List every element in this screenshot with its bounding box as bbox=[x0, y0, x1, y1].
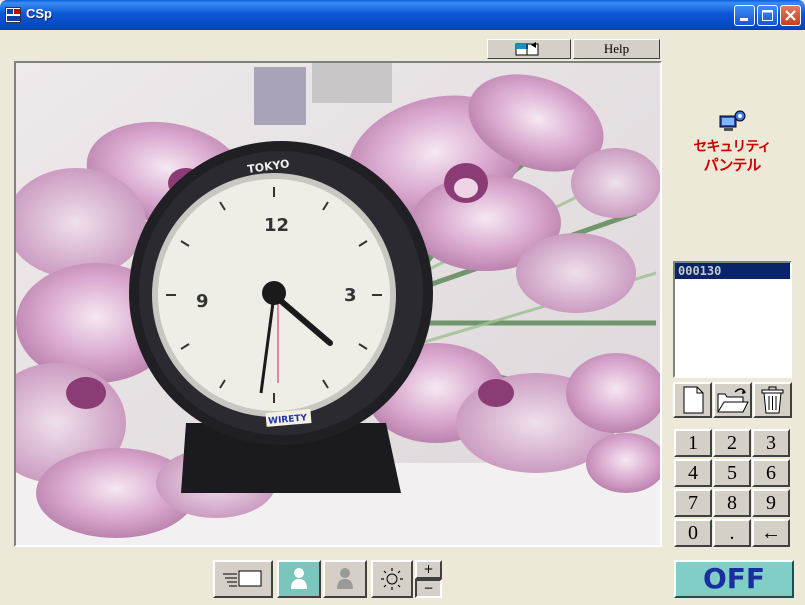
decimal-key[interactable]: . bbox=[713, 519, 751, 547]
new-file-icon bbox=[683, 386, 704, 414]
camera-video-feed: TOKYO 12 3 9 WIRETY bbox=[14, 61, 662, 547]
key-5[interactable]: 5 bbox=[713, 459, 751, 487]
brightness-button[interactable] bbox=[371, 560, 413, 598]
logo-line-2: パンテル bbox=[703, 156, 762, 174]
close-icon bbox=[785, 10, 796, 21]
maximize-button[interactable] bbox=[757, 5, 778, 26]
open-folder-icon bbox=[717, 388, 749, 413]
key-9[interactable]: 9 bbox=[752, 489, 790, 517]
window-title: CSp bbox=[26, 6, 52, 21]
help-button[interactable]: Help bbox=[573, 39, 660, 59]
window-layout-icon bbox=[515, 42, 539, 56]
key-4[interactable]: 4 bbox=[674, 459, 712, 487]
recording-list[interactable]: 000130 bbox=[673, 261, 792, 378]
brightness-stepper[interactable]: + − bbox=[415, 560, 442, 598]
minimize-button[interactable] bbox=[734, 5, 755, 26]
brightness-icon bbox=[381, 568, 403, 590]
list-window-icon bbox=[223, 570, 262, 587]
clock-number-3: 3 bbox=[344, 285, 357, 306]
increase-button[interactable]: + bbox=[415, 560, 442, 579]
person-disabled-icon bbox=[337, 568, 353, 589]
minimize-icon bbox=[740, 18, 748, 21]
decrease-button[interactable]: − bbox=[415, 579, 442, 598]
key-0[interactable]: 0 bbox=[674, 519, 712, 547]
backspace-key[interactable]: ← bbox=[752, 519, 790, 547]
open-folder-button[interactable] bbox=[713, 382, 752, 418]
person-disabled-button[interactable] bbox=[323, 560, 367, 598]
key-6[interactable]: 6 bbox=[752, 459, 790, 487]
computer-camera-icon bbox=[719, 110, 746, 131]
key-8[interactable]: 8 bbox=[713, 489, 751, 517]
app-icon bbox=[5, 7, 21, 23]
person-icon bbox=[291, 568, 307, 589]
list-view-button[interactable] bbox=[213, 560, 273, 598]
key-3[interactable]: 3 bbox=[752, 429, 790, 457]
security-logo: セキュリティ パンテル bbox=[692, 110, 772, 180]
delete-button[interactable] bbox=[753, 382, 792, 418]
logo-line-1: セキュリティ bbox=[693, 139, 771, 155]
clock-number-12: 12 bbox=[264, 215, 289, 236]
key-1[interactable]: 1 bbox=[674, 429, 712, 457]
title-bar[interactable]: CSp bbox=[0, 0, 805, 30]
camera-image: TOKYO 12 3 9 WIRETY bbox=[16, 63, 660, 545]
maximize-icon bbox=[762, 10, 773, 21]
close-button[interactable] bbox=[780, 5, 801, 26]
trash-icon bbox=[761, 386, 784, 414]
new-file-button[interactable] bbox=[673, 382, 712, 418]
clock-number-9: 9 bbox=[196, 291, 209, 312]
key-2[interactable]: 2 bbox=[713, 429, 751, 457]
list-item[interactable]: 000130 bbox=[675, 263, 790, 279]
power-toggle-button[interactable]: OFF bbox=[674, 560, 794, 598]
key-7[interactable]: 7 bbox=[674, 489, 712, 517]
person-button[interactable] bbox=[277, 560, 321, 598]
layout-button[interactable] bbox=[487, 39, 571, 59]
